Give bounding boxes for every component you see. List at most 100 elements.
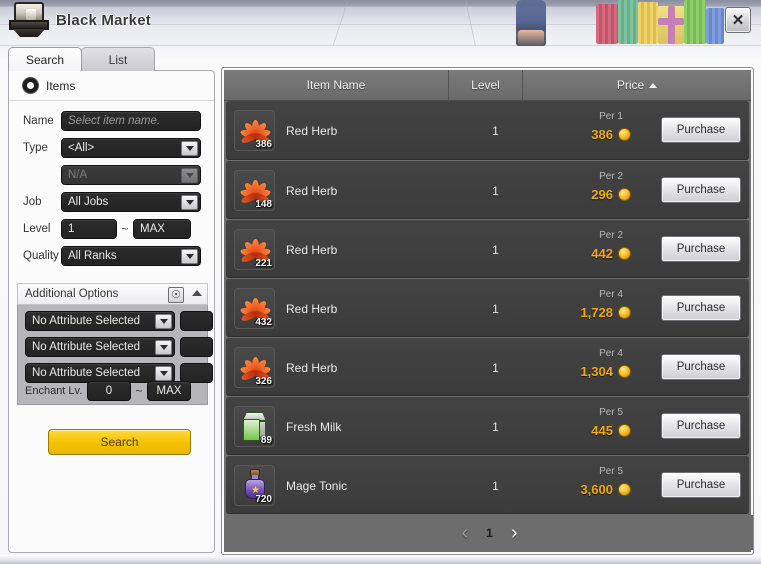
attribute-select-3[interactable]: No Attribute Selected: [25, 363, 175, 383]
chevron-down-icon[interactable]: [155, 366, 172, 381]
gold-coin-icon: [618, 306, 631, 319]
item-name: Red Herb: [286, 183, 338, 198]
milk-icon: 89: [234, 406, 275, 447]
attribute-row-2: No Attribute Selected: [25, 337, 213, 357]
gold-coin-icon: [618, 128, 631, 141]
field-job-row: Job All Jobs: [9, 192, 214, 212]
purchase-button[interactable]: Purchase: [661, 472, 741, 498]
close-icon[interactable]: ✕: [725, 7, 751, 33]
price-group: 445: [591, 423, 631, 438]
items-radio-label: Items: [46, 78, 76, 93]
price-per-label: Per 4: [599, 348, 623, 359]
attribute-select-1-value: No Attribute Selected: [32, 315, 141, 327]
refresh-icon[interactable]: ☉: [168, 287, 184, 303]
items-radio-row[interactable]: Items: [9, 71, 214, 101]
purchase-button[interactable]: Purchase: [661, 117, 741, 143]
table-row[interactable]: 89 Fresh Milk 1 Per 5 445 Purchase: [226, 396, 749, 455]
item-price: 3,600: [580, 482, 613, 497]
additional-options-header[interactable]: Additional Options ☉: [17, 283, 208, 305]
quality-select[interactable]: All Ranks: [61, 246, 201, 266]
purchase-button[interactable]: Purchase: [661, 177, 741, 203]
window-titlebar: Black Market ✕: [0, 0, 761, 44]
chevron-down-icon[interactable]: [181, 141, 198, 156]
attribute-value-1-input[interactable]: [180, 311, 213, 331]
subtype-select[interactable]: N/A: [61, 165, 201, 185]
table-row[interactable]: 326 Red Herb 1 Per 4 1,304 Purchase: [226, 337, 749, 396]
search-button[interactable]: Search: [48, 429, 191, 455]
item-level: 1: [492, 242, 499, 257]
table-row[interactable]: 221 Red Herb 1 Per 2 442 Purchase: [226, 219, 749, 278]
chevron-up-icon[interactable]: [192, 290, 202, 296]
enchant-max-input[interactable]: MAX: [147, 381, 191, 401]
item-name: Fresh Milk: [286, 419, 342, 434]
enchant-min-input[interactable]: 0: [87, 381, 131, 401]
table-row[interactable]: 386 Red Herb 1 Per 1 386 Purchase: [226, 101, 749, 160]
field-quality-row: Quality All Ranks: [9, 246, 214, 266]
item-name: Red Herb: [286, 360, 338, 375]
type-select[interactable]: <All>: [61, 138, 201, 158]
tab-list[interactable]: List: [81, 47, 155, 71]
chevron-down-icon[interactable]: [155, 314, 172, 329]
field-level-label: Level: [23, 223, 51, 235]
item-level: 1: [492, 301, 499, 316]
search-name-input[interactable]: Select item name.: [61, 111, 201, 131]
enchant-level-row: Enchant Lv. 0 ~ MAX: [25, 381, 191, 401]
attribute-value-3-input[interactable]: [180, 363, 213, 383]
item-name: Red Herb: [286, 123, 338, 138]
tab-search[interactable]: Search: [8, 47, 82, 71]
chevron-down-icon: [181, 168, 198, 183]
item-name: Red Herb: [286, 301, 338, 316]
items-radio-icon[interactable]: [23, 78, 38, 93]
gold-coin-icon: [618, 483, 631, 496]
additional-options-body: No Attribute Selected No Attribute Selec…: [17, 305, 213, 405]
level-max-input[interactable]: MAX: [133, 219, 191, 239]
item-level: 1: [492, 419, 499, 434]
column-header-price-label: Price: [616, 78, 645, 92]
listing-panel: Item Name Level Price 386 Red Herb 1 Per…: [222, 68, 753, 554]
attribute-row-3: No Attribute Selected: [25, 363, 213, 383]
next-page-icon[interactable]: ›: [511, 523, 518, 543]
chevron-down-icon[interactable]: [181, 195, 198, 210]
gold-coin-icon: [618, 424, 631, 437]
subtype-select-value: N/A: [68, 169, 88, 181]
pagination: ‹ 1 ›: [226, 515, 753, 550]
chevron-down-icon[interactable]: [181, 249, 198, 264]
item-price: 445: [591, 423, 613, 438]
price-group: 386: [591, 127, 631, 142]
chevron-down-icon[interactable]: [155, 340, 172, 355]
purchase-button[interactable]: Purchase: [661, 295, 741, 321]
enchant-level-label: Enchant Lv.: [25, 385, 83, 397]
attribute-select-2[interactable]: No Attribute Selected: [25, 337, 175, 357]
item-stack-count: 89: [260, 435, 272, 446]
item-price: 296: [591, 187, 613, 202]
price-per-label: Per 2: [599, 230, 623, 241]
price-per-label: Per 5: [599, 466, 623, 477]
gold-coin-icon: [618, 365, 631, 378]
current-page-number[interactable]: 1: [486, 526, 493, 540]
type-select-value: <All>: [68, 142, 95, 154]
item-name: Mage Tonic: [286, 478, 348, 493]
attribute-select-1[interactable]: No Attribute Selected: [25, 311, 175, 331]
table-row[interactable]: 148 Red Herb 1 Per 2 296 Purchase: [226, 160, 749, 219]
column-header-item-name[interactable]: Item Name: [224, 70, 448, 101]
purchase-button[interactable]: Purchase: [661, 236, 741, 262]
item-level: 1: [492, 478, 499, 493]
purchase-button[interactable]: Purchase: [661, 413, 741, 439]
table-row[interactable]: 432 Red Herb 1 Per 4 1,728 Purchase: [226, 278, 749, 337]
item-stack-count: 221: [255, 258, 272, 269]
herb-icon: 221: [234, 229, 275, 270]
prev-page-icon[interactable]: ‹: [461, 523, 468, 543]
column-header-price[interactable]: Price: [523, 70, 751, 101]
item-price: 1,304: [580, 364, 613, 379]
item-level: 1: [492, 123, 499, 138]
field-type-row: Type <All>: [9, 138, 214, 158]
purchase-button[interactable]: Purchase: [661, 354, 741, 380]
column-header-level[interactable]: Level: [448, 69, 523, 101]
attribute-value-2-input[interactable]: [180, 337, 213, 357]
level-min-input[interactable]: 1: [61, 219, 117, 239]
item-price: 386: [591, 127, 613, 142]
tonic-icon: ★ 720: [234, 465, 275, 506]
herb-icon: 148: [234, 170, 275, 211]
job-select[interactable]: All Jobs: [61, 192, 201, 212]
table-row[interactable]: ★ 720 Mage Tonic 1 Per 5 3,600 Purchase: [226, 455, 749, 514]
